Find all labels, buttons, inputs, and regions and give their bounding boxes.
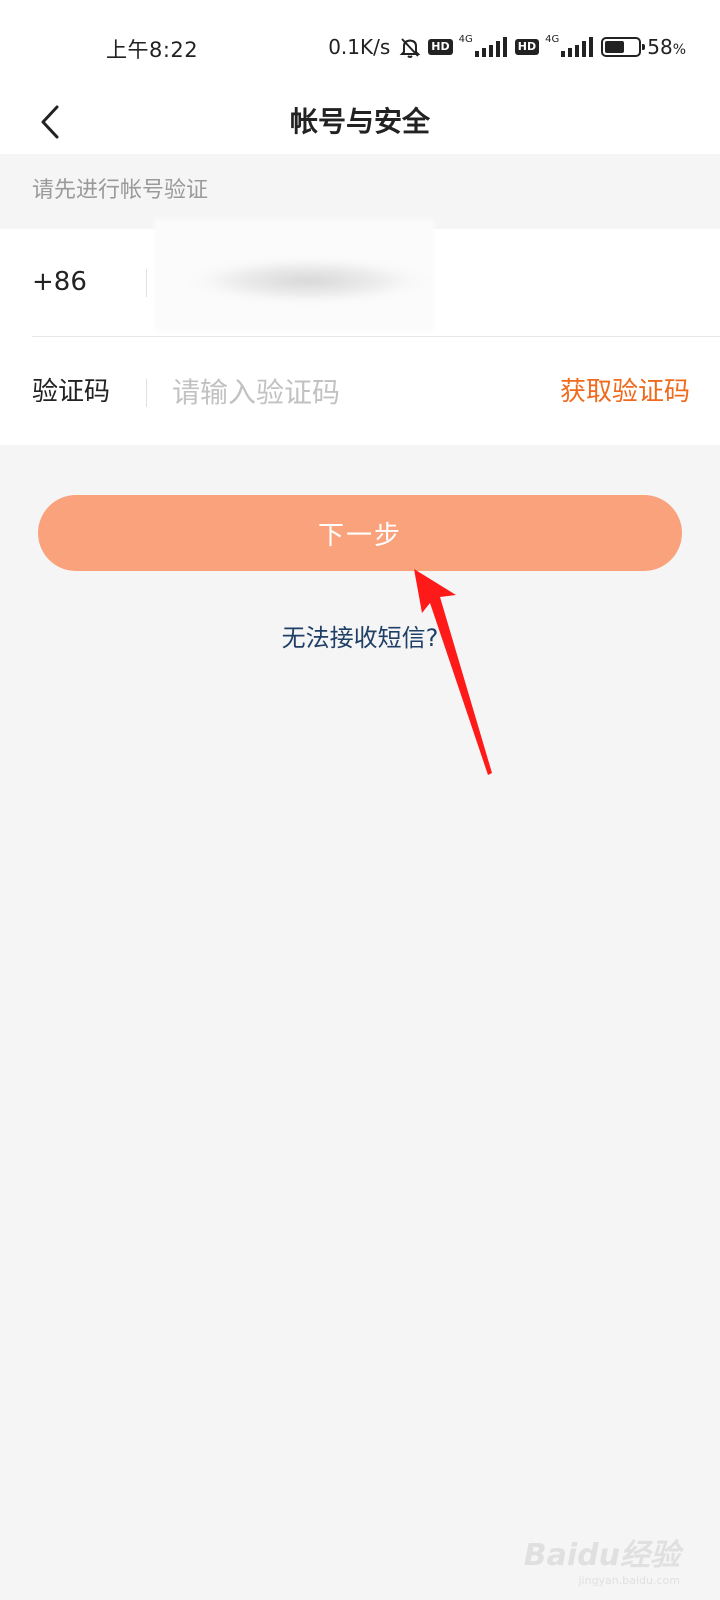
status-right-group: 0.1K/s HD 4G HD 4G 58%	[328, 32, 686, 62]
verification-hint: 请先进行帐号验证	[32, 178, 209, 203]
status-time: 上午8:22	[106, 38, 199, 62]
battery-fill	[605, 41, 624, 53]
page-title: 帐号与安全	[289, 105, 430, 138]
signal-icon	[474, 36, 509, 58]
annotation-arrow-icon	[414, 569, 492, 775]
verification-code-input[interactable]	[172, 365, 532, 419]
mute-bell-icon	[398, 35, 422, 59]
baidu-watermark: Baidu经验 jingyan.baidu.com	[523, 1530, 680, 1587]
get-code-button[interactable]: 获取验证码	[560, 339, 690, 445]
status-bar: 上午8:22 0.1K/s HD 4G HD 4G 58%	[0, 0, 720, 90]
watermark-subtext: jingyan.baidu.com	[578, 1574, 680, 1587]
verification-form: +86 验证码 获取验证码	[0, 219, 720, 445]
chevron-left-icon	[41, 105, 59, 139]
code-row: 验证码 获取验证码	[0, 339, 720, 445]
hd-icon: HD	[428, 39, 453, 55]
row-divider	[32, 336, 720, 337]
back-button[interactable]	[28, 90, 72, 154]
divider	[146, 269, 147, 297]
battery-icon	[601, 37, 646, 57]
network-type-label: 4G	[545, 33, 560, 45]
cannot-receive-sms-link[interactable]: 无法接收短信?	[0, 618, 720, 653]
watermark-text: Baidu经验	[523, 1538, 680, 1573]
phone-number-masked	[154, 219, 434, 331]
next-step-button[interactable]: 下一步	[38, 495, 682, 571]
phone-row: +86	[0, 219, 720, 335]
battery-percent: 58%	[647, 35, 686, 59]
divider	[146, 379, 147, 407]
network-type-label: 4G	[458, 33, 473, 45]
country-code[interactable]: +86	[32, 229, 87, 335]
signal-icon	[561, 36, 595, 58]
hd-icon: HD	[514, 39, 540, 55]
nav-bar: 帐号与安全	[0, 90, 720, 154]
net-speed: 0.1K/s	[328, 35, 391, 59]
code-label: 验证码	[32, 377, 111, 407]
